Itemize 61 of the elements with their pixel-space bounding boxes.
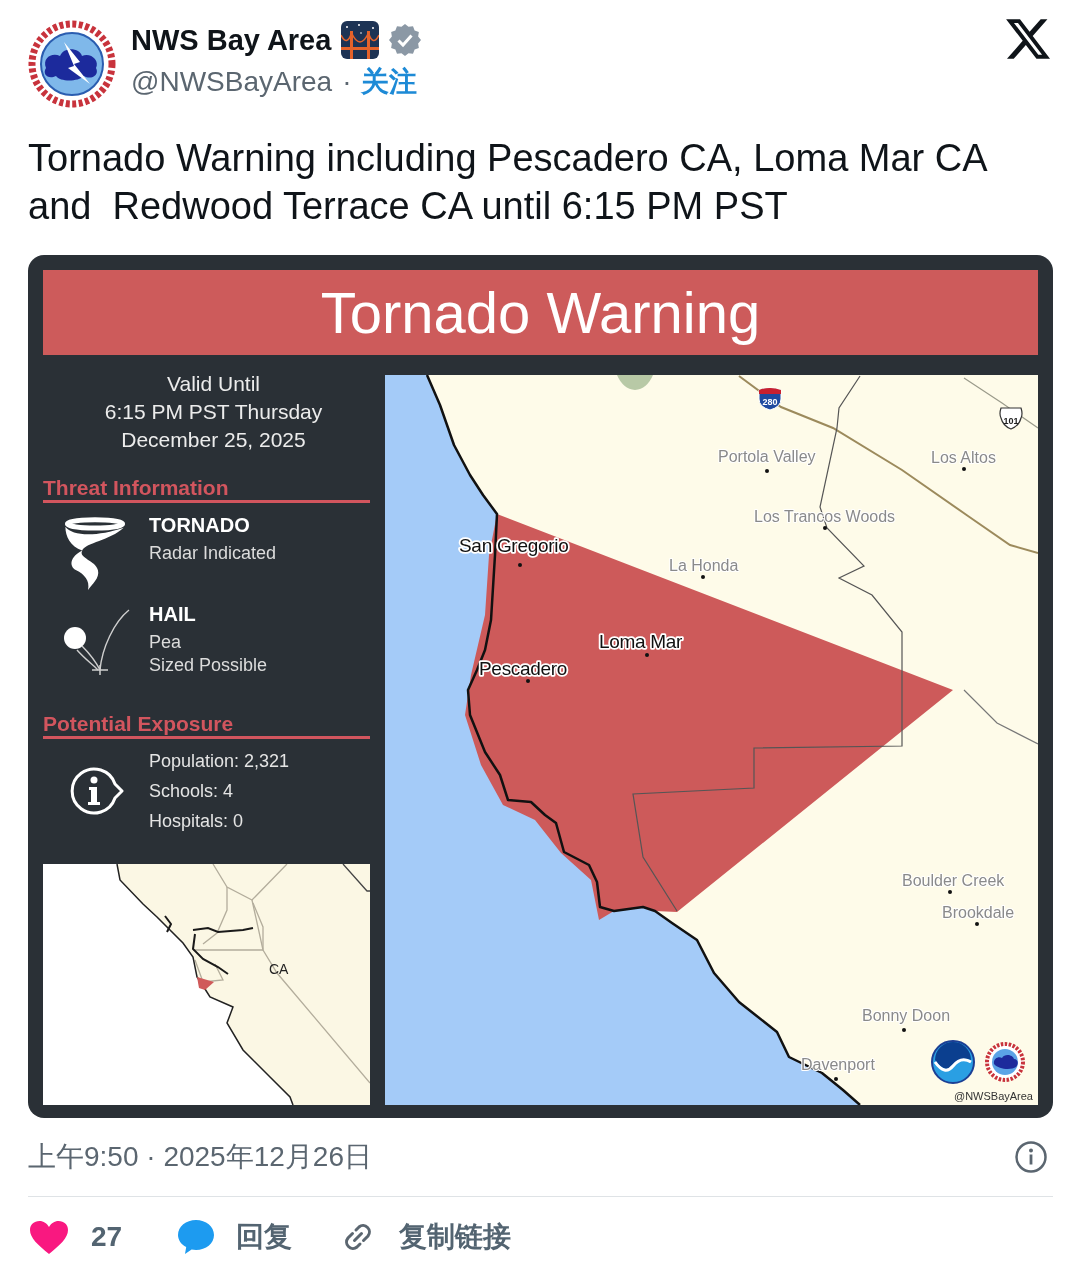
x-logo-icon[interactable] [1006, 18, 1052, 60]
hail-icon [62, 608, 130, 675]
town-dot-icon [526, 679, 530, 683]
town-dot-icon [902, 1028, 906, 1032]
town-dot-icon [834, 1077, 838, 1081]
valid-until-time: 6:15 PM PST Thursday [104, 399, 323, 425]
town-dot-icon [948, 890, 952, 894]
place-label: Davenport [801, 1056, 875, 1073]
follow-link[interactable]: 关注 [361, 64, 418, 100]
state-border-line [342, 864, 370, 892]
road-line [194, 959, 224, 983]
place-label: San Gregorio [459, 535, 569, 556]
place-label: Los Altos [931, 449, 996, 466]
town-dot-icon [823, 526, 827, 530]
separator-dot: · [342, 65, 352, 99]
user-handle: @NWSBayArea [131, 65, 333, 99]
section-heading: Potential Exposure [43, 712, 234, 736]
place-label: Bonny Doon [862, 1007, 951, 1024]
exposure-line: Population: 2,321 [149, 750, 290, 773]
state-label: CA [269, 961, 289, 977]
cloud-emblem-icon [985, 1042, 1025, 1082]
tornado-icon [62, 515, 128, 590]
heart-icon [30, 1220, 68, 1254]
info-icon[interactable] [1015, 1141, 1047, 1173]
threat-title: TORNADO [149, 513, 251, 537]
place-label: Boulder Creek [902, 872, 1005, 889]
threat-detail: Sized Possible [149, 654, 268, 677]
valid-until-label: Valid Until [167, 371, 260, 397]
post-timestamp[interactable]: 上午9:50 · 2025年12月26日 [28, 1139, 372, 1175]
threat-title: HAIL [149, 602, 197, 626]
place-label: Portola Valley [718, 448, 816, 465]
bridge-night-icon [341, 21, 380, 59]
warning-area-polygon [197, 977, 214, 990]
valid-until-date: December 25, 2025 [121, 427, 306, 453]
map-credit: @NWSBayArea [953, 1090, 1033, 1102]
exposure-line: Hospitals: 0 [149, 810, 245, 833]
alert-banner: Tornado Warning [43, 270, 1038, 355]
wave-emblem-icon [931, 1040, 975, 1084]
section-heading: Threat Information [43, 476, 229, 500]
speech-bubble-icon [178, 1220, 215, 1254]
town-dot-icon [645, 653, 649, 657]
highway-shield: 101 [999, 407, 1023, 430]
threat-detail: Pea [149, 631, 183, 654]
town-dot-icon [975, 922, 979, 926]
info-icon [68, 765, 124, 817]
place-label: Loma Mar [599, 631, 683, 652]
reply-button[interactable]: 回复 [178, 1219, 293, 1255]
town-dot-icon [962, 467, 966, 471]
post-text: Tornado Warning including Pescadero CA, Loma Mar CA and Redwood Terrace CA until 6:15 PM PST [28, 136, 988, 229]
town-dot-icon [701, 575, 705, 579]
place-label: Brookdale [942, 904, 1015, 921]
town-dot-icon [765, 469, 769, 473]
threat-detail: Radar Indicated [149, 542, 277, 565]
like-button[interactable]: 27 [30, 1219, 123, 1255]
display-name[interactable]: NWS Bay Area [131, 22, 332, 58]
copy-link-button[interactable]: 复制链接 [342, 1219, 512, 1255]
place-label: Pescadero [479, 658, 568, 679]
park-area [617, 375, 653, 390]
town-dot-icon [518, 563, 522, 567]
place-label: La Honda [669, 557, 739, 574]
exposure-line: Schools: 4 [149, 780, 235, 803]
